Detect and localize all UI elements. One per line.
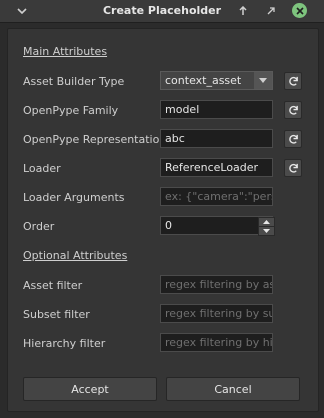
openpype-family-refresh-icon[interactable]	[284, 101, 302, 119]
asset-builder-type-combo[interactable]: context_asset	[160, 71, 273, 90]
asset-filter-field[interactable]: regex filtering by asset name	[160, 275, 273, 294]
cancel-button[interactable]: Cancel	[166, 377, 300, 401]
openpype-representation-label: OpenPype Representation	[23, 133, 167, 146]
optional-attributes-header: Optional Attributes	[23, 249, 128, 262]
openpype-representation-refresh-icon[interactable]	[284, 130, 302, 148]
loader-arguments-field[interactable]: ex: {"camera":"persp"}	[160, 187, 273, 206]
openpype-family-field[interactable]: model	[160, 100, 273, 119]
loader-field[interactable]: ReferenceLoader	[160, 158, 273, 177]
order-label: Order	[23, 220, 55, 233]
hierarchy-filter-field[interactable]: regex filtering by hierarchy	[160, 333, 273, 352]
asset-builder-type-label: Asset Builder Type	[23, 75, 125, 88]
loader-arguments-label: Loader Arguments	[23, 191, 125, 204]
subset-filter-label: Subset filter	[23, 308, 90, 321]
loader-refresh-icon[interactable]	[284, 159, 302, 177]
accept-button[interactable]: Accept	[23, 377, 157, 401]
asset-filter-label: Asset filter	[23, 279, 83, 292]
openpype-family-label: OpenPype Family	[23, 104, 119, 117]
pin-icon[interactable]	[235, 3, 251, 19]
openpype-representation-field[interactable]: abc	[160, 129, 273, 148]
float-icon[interactable]	[263, 3, 279, 19]
dropdown-arrow-icon[interactable]	[254, 72, 272, 89]
asset-builder-type-value: context_asset	[165, 74, 242, 87]
title-bar: Create Placeholder	[0, 0, 324, 23]
dialog-panel: Main Attributes Asset Builder Type conte…	[7, 28, 319, 412]
hierarchy-filter-label: Hierarchy filter	[23, 337, 106, 350]
spin-down-icon[interactable]	[258, 226, 275, 236]
main-attributes-header: Main Attributes	[23, 45, 108, 58]
loader-label: Loader	[23, 162, 61, 175]
asset-builder-type-refresh-icon[interactable]	[284, 72, 302, 90]
close-icon[interactable]	[292, 3, 307, 18]
order-value: 0	[165, 219, 172, 232]
subset-filter-field[interactable]: regex filtering by subset name	[160, 304, 273, 323]
order-spinbox[interactable]: 0	[160, 216, 273, 235]
